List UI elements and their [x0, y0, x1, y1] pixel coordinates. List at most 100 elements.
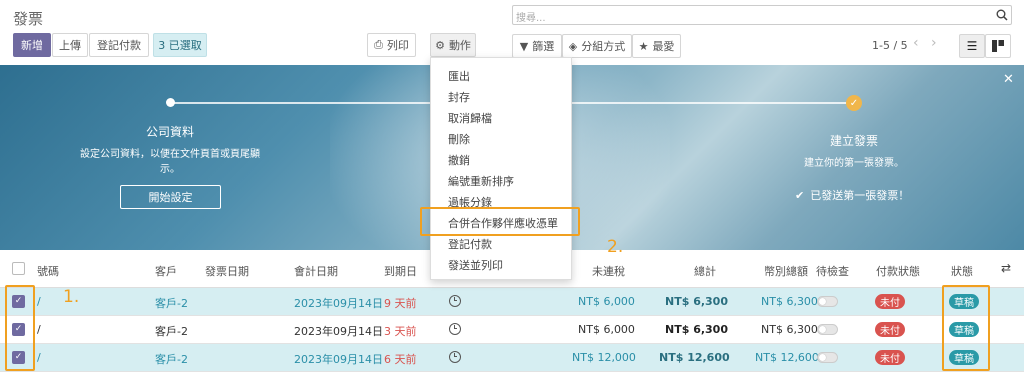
header-state[interactable]: 狀態 — [951, 263, 973, 279]
row-total: NT$ 6,300 — [665, 295, 728, 308]
favorite-label: 最愛 — [652, 40, 675, 53]
chevron-right-icon[interactable]: › — [931, 35, 937, 51]
step2-title: 建立發票 — [829, 134, 878, 148]
menu-item-export[interactable]: 匯出 — [448, 68, 470, 84]
list-icon: ☰ — [966, 39, 978, 53]
start-setup-button[interactable]: 開始設定 — [120, 185, 221, 209]
table-row[interactable]: ✓ / 客戶-2 2023年09月14日 9 天前 NT$ 6,000 NT$ … — [0, 288, 1024, 316]
chevron-left-icon[interactable]: ‹ — [913, 35, 919, 51]
payment-status-badge: 未付 — [875, 294, 905, 309]
filter-icon: ▼ — [519, 39, 529, 53]
row-due: 9 天前 — [384, 297, 417, 310]
row-currency-total: NT$ 6,300 — [761, 323, 818, 336]
pager-value[interactable]: 1-5 / 5 — [872, 39, 908, 52]
annotation-label-1: 1. — [63, 287, 80, 307]
page-title: 發票 — [13, 10, 44, 28]
row-currency-total: NT$ 12,600 — [755, 351, 819, 364]
check-icon: ✔ — [795, 189, 805, 202]
menu-item-archive[interactable]: 封存 — [448, 89, 470, 105]
row-customer[interactable]: 客戶-2 — [155, 323, 188, 339]
gear-icon: ⚙ — [435, 38, 445, 52]
action-button[interactable]: ⚙ 動作 — [430, 33, 476, 57]
row-accounting-date: 2023年09月14日 — [294, 325, 383, 338]
header-currency-total[interactable]: 幣別總額 — [764, 263, 808, 279]
step2-done-label: 已發送第一張發票！ — [810, 189, 910, 202]
table-row[interactable]: ✓ / 客戶-2 2023年09月14日 3 天前 NT$ 6,000 NT$ … — [0, 316, 1024, 344]
layers-icon: ◈ — [568, 39, 578, 53]
selected-count[interactable]: 3 已選取 — [153, 33, 207, 57]
list-view-button[interactable]: ☰ — [959, 34, 985, 58]
header-customer[interactable]: 客戶 — [155, 263, 177, 279]
print-button[interactable]: ⎙ 列印 — [367, 33, 416, 57]
header-invoice-date[interactable]: 發票日期 — [205, 263, 249, 279]
header-to-check[interactable]: 待檢查 — [816, 263, 849, 279]
clock-icon[interactable] — [449, 295, 461, 307]
search-box[interactable]: 搜尋... — [512, 5, 1012, 25]
header-payment-status[interactable]: 付款狀態 — [876, 263, 920, 279]
step1-title: 公司資料 — [145, 125, 194, 139]
row-due: 3 天前 — [384, 325, 417, 338]
filter-label: 篩選 — [532, 40, 555, 53]
header-accounting-date[interactable]: 會計日期 — [294, 263, 338, 279]
select-all-checkbox[interactable] — [12, 262, 25, 275]
favorites-button[interactable]: ★ 最愛 — [632, 34, 681, 58]
step1-desc-line1: 設定公司資料，以便在文件頁首或頁尾顯 — [80, 149, 260, 160]
upload-button[interactable]: 上傳 — [52, 33, 88, 57]
payment-status-badge: 未付 — [875, 350, 905, 365]
highlight-merge-item — [420, 207, 580, 236]
to-check-toggle[interactable] — [817, 352, 838, 363]
clock-icon[interactable] — [449, 351, 461, 363]
row-total: NT$ 12,600 — [659, 351, 730, 364]
menu-item-send-and-print[interactable]: 發送並列印 — [448, 257, 503, 273]
row-customer[interactable]: 客戶-2 — [155, 295, 188, 311]
banner-close-icon[interactable]: ✕ — [1003, 72, 1014, 87]
action-label: 動作 — [448, 39, 471, 52]
row-due: 6 天前 — [384, 353, 417, 366]
step1-dot — [166, 98, 175, 107]
star-icon: ★ — [638, 39, 649, 53]
column-settings-icon[interactable]: ⇄ — [1001, 261, 1011, 275]
header-number[interactable]: 號碼 — [37, 263, 59, 279]
row-customer[interactable]: 客戶-2 — [155, 351, 188, 367]
search-input[interactable]: 搜尋... — [516, 9, 546, 24]
highlight-state-badges — [942, 285, 990, 371]
row-total: NT$ 6,300 — [665, 323, 728, 336]
row-untaxed: NT$ 6,000 — [578, 323, 635, 336]
menu-item-unarchive[interactable]: 取消歸檔 — [448, 110, 492, 126]
group-by-button[interactable]: ◈ 分組方式 — [562, 34, 632, 58]
header-untaxed[interactable]: 未連稅 — [592, 263, 625, 279]
to-check-toggle[interactable] — [817, 324, 838, 335]
menu-item-revoke[interactable]: 撤銷 — [448, 152, 470, 168]
row-accounting-date: 2023年09月14日 — [294, 353, 383, 366]
row-untaxed: NT$ 12,000 — [572, 351, 636, 364]
menu-item-resequence[interactable]: 編號重新排序 — [448, 173, 514, 189]
annotation-label-2: 2. — [607, 237, 624, 257]
new-button[interactable]: 新增 — [13, 33, 51, 57]
row-number: / — [37, 323, 41, 336]
menu-item-delete[interactable]: 刪除 — [448, 131, 470, 147]
table-row[interactable]: ✓ / 客戶-2 2023年09月14日 6 天前 NT$ 12,000 NT$… — [0, 344, 1024, 372]
register-payment-button[interactable]: 登記付款 — [89, 33, 149, 57]
payment-status-badge: 未付 — [875, 322, 905, 337]
highlight-checkboxes — [5, 285, 35, 371]
search-icon[interactable] — [996, 9, 1008, 21]
group-label: 分組方式 — [581, 40, 626, 53]
menu-item-register-payment[interactable]: 登記付款 — [448, 236, 492, 252]
row-currency-total: NT$ 6,300 — [761, 295, 818, 308]
header-total[interactable]: 總計 — [694, 263, 716, 279]
row-number: / — [37, 295, 41, 308]
action-dropdown-menu: 匯出 封存 取消歸檔 刪除 撤銷 編號重新排序 過帳分錄 合併合作夥伴應收憑單 … — [430, 57, 572, 280]
to-check-toggle[interactable] — [817, 296, 838, 307]
row-number: / — [37, 351, 41, 364]
print-label: 列印 — [386, 39, 409, 52]
kanban-icon — [992, 40, 1004, 52]
header-due-date[interactable]: 到期日 — [384, 263, 417, 279]
step2-check-icon: ✓ — [846, 95, 862, 111]
step2-desc: 建立你的第一張發票。 — [804, 158, 904, 169]
kanban-view-button[interactable] — [985, 34, 1011, 58]
row-accounting-date: 2023年09月14日 — [294, 297, 383, 310]
step2-done: ✔ 已發送第一張發票！ — [795, 187, 909, 203]
row-untaxed: NT$ 6,000 — [578, 295, 635, 308]
clock-icon[interactable] — [449, 323, 461, 335]
filter-button[interactable]: ▼ 篩選 — [512, 34, 562, 58]
